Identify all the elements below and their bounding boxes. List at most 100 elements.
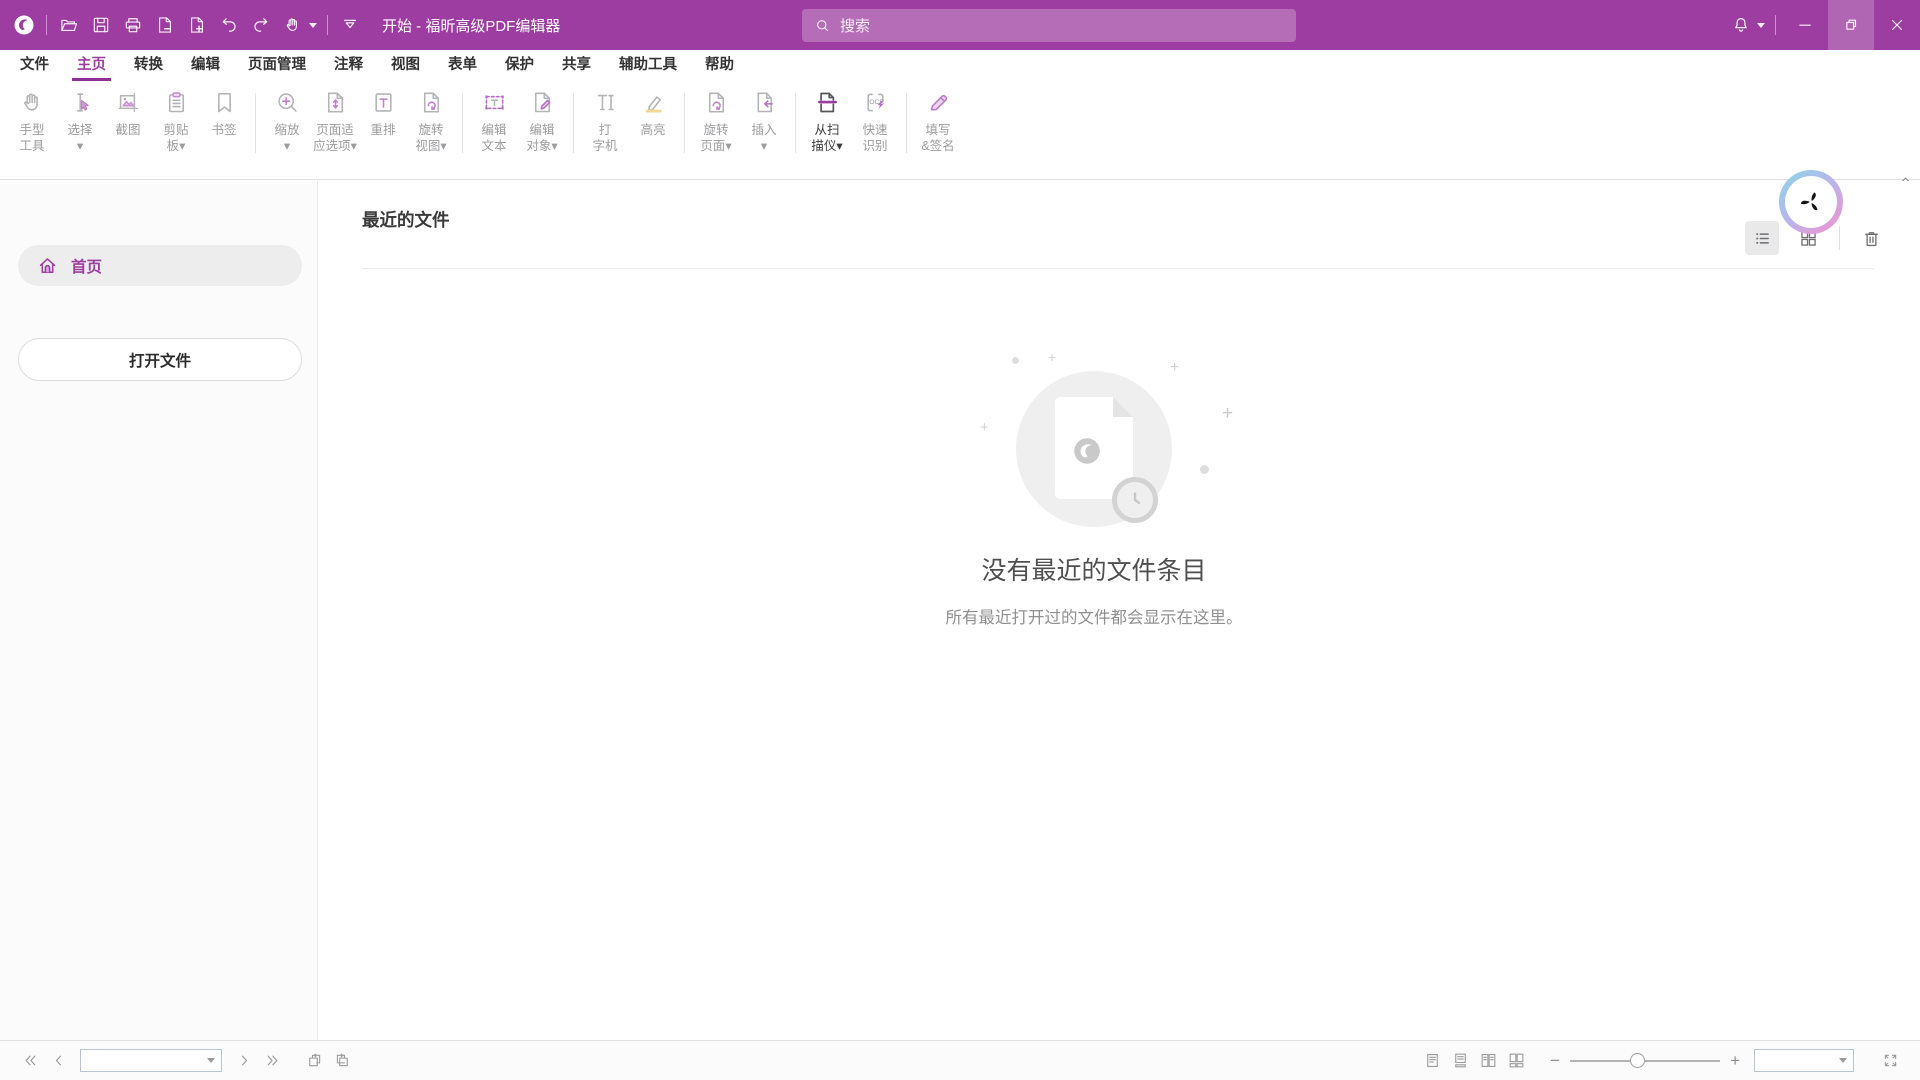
- prev-view-button[interactable]: [300, 1047, 328, 1075]
- toolbar-button-ocr[interactable]: 快速识别: [853, 81, 897, 154]
- tab-注释[interactable]: 注释: [320, 50, 377, 81]
- toolbar-button-snapshot[interactable]: 截图: [106, 81, 150, 138]
- toolbar-button-insert-page[interactable]: 插入▾: [742, 81, 786, 154]
- ai-assistant-inner: [1785, 176, 1837, 228]
- fullscreen-icon: [1881, 1051, 1900, 1070]
- toolbar-button-edit-object[interactable]: 编辑对象▾: [520, 81, 564, 154]
- toolbar-button-select[interactable]: 选择▾: [58, 81, 102, 154]
- empty-state-illustration: + + + +: [784, 351, 1404, 551]
- tab-帮助[interactable]: 帮助: [691, 50, 748, 81]
- undo-button[interactable]: [213, 7, 245, 43]
- layout-facing-button[interactable]: [1474, 1047, 1502, 1075]
- toolbar-button-label: 剪贴板▾: [163, 122, 188, 154]
- toolbar-button-clipboard[interactable]: 剪贴板▾: [154, 81, 198, 154]
- toolbar-button-fit-page[interactable]: 页面适应选项▾: [313, 81, 357, 154]
- last-page-button[interactable]: [258, 1047, 286, 1075]
- prev-page-icon: [49, 1051, 68, 1070]
- toolbar-button-label: 编辑文本: [481, 122, 506, 154]
- ai-assistant-button[interactable]: [1779, 170, 1843, 234]
- tab-页面管理[interactable]: 页面管理: [234, 50, 320, 81]
- toolbar-button-reflow[interactable]: 重排: [361, 81, 405, 138]
- edit-text-icon: [481, 89, 508, 116]
- search-input[interactable]: 搜索: [802, 9, 1296, 42]
- tab-保护[interactable]: 保护: [491, 50, 548, 81]
- sidebar-item-home[interactable]: 首页: [18, 245, 302, 286]
- zoom-out-minus[interactable]: −: [1550, 1052, 1560, 1069]
- toolbar-button-zoom[interactable]: 缩放▾: [265, 81, 309, 154]
- dropdown-caret-icon[interactable]: [207, 1058, 215, 1063]
- save-icon: [91, 15, 111, 35]
- ribbon-mode-button[interactable]: [334, 7, 366, 43]
- open-file-button[interactable]: 打开文件: [18, 338, 302, 381]
- toolbar-button-highlight[interactable]: 高亮: [631, 81, 675, 138]
- ocr-icon: [862, 89, 889, 116]
- delete-page-icon: [155, 15, 175, 35]
- toolbar-button-label: 旋转视图▾: [415, 122, 446, 154]
- dropdown-caret-icon[interactable]: [1839, 1058, 1847, 1063]
- empty-state-title: 没有最近的文件条目: [784, 551, 1404, 587]
- tab-共享[interactable]: 共享: [548, 50, 605, 81]
- next-page-button[interactable]: [230, 1047, 258, 1075]
- next-page-icon: [235, 1051, 254, 1070]
- dropdown-caret-icon[interactable]: [309, 23, 317, 28]
- tab-转换[interactable]: 转换: [120, 50, 177, 81]
- tab-表单[interactable]: 表单: [434, 50, 491, 81]
- list-view-icon: [1752, 228, 1773, 249]
- sparkle-dot: [1012, 357, 1019, 364]
- list-view-button[interactable]: [1745, 221, 1779, 255]
- toolbar-button-edit-text[interactable]: 编辑文本: [472, 81, 516, 154]
- zoom-slider[interactable]: [1570, 1047, 1720, 1075]
- delete-page-button[interactable]: [149, 7, 181, 43]
- page-number-input[interactable]: [80, 1049, 222, 1072]
- next-view-button[interactable]: [328, 1047, 356, 1075]
- tab-编辑[interactable]: 编辑: [177, 50, 234, 81]
- print-button[interactable]: [117, 7, 149, 43]
- toolbar-button-fill-sign[interactable]: 填写&签名: [916, 81, 960, 154]
- add-page-icon: [187, 15, 207, 35]
- zoom-in-plus[interactable]: +: [1730, 1052, 1740, 1069]
- restore-button[interactable]: [1828, 0, 1874, 50]
- toolbar-button-label: 快速识别: [862, 122, 887, 154]
- save-button[interactable]: [85, 7, 117, 43]
- hand-mode-button[interactable]: [277, 7, 309, 43]
- dropdown-caret-icon[interactable]: [1757, 23, 1765, 28]
- toolbar-button-bookmark[interactable]: 书签: [202, 81, 246, 138]
- toolbar-button-label: 旋转页面▾: [700, 122, 731, 154]
- insert-page-icon: [751, 89, 778, 116]
- toolbar-button-rotate-view[interactable]: 旋转视图▾: [409, 81, 453, 154]
- close-x-button[interactable]: [1874, 0, 1920, 50]
- toolbar-button-typewriter[interactable]: 打字机: [583, 81, 627, 154]
- tab-文件[interactable]: 文件: [6, 50, 63, 81]
- layout-continuous-button[interactable]: [1446, 1047, 1474, 1075]
- redo-button[interactable]: [245, 7, 277, 43]
- minimize-button[interactable]: [1782, 0, 1828, 50]
- tab-主页[interactable]: 主页: [63, 50, 120, 81]
- first-page-button[interactable]: [16, 1047, 44, 1075]
- sparkle-icon: +: [1170, 359, 1179, 377]
- highlight-icon: [640, 89, 667, 116]
- foxit-watermark-icon: [1069, 433, 1105, 469]
- fullscreen-button[interactable]: [1876, 1047, 1904, 1075]
- notification-bell-button[interactable]: [1725, 7, 1757, 43]
- tab-视图[interactable]: 视图: [377, 50, 434, 81]
- toolbar-button-rotate-page[interactable]: 旋转页面▾: [694, 81, 738, 154]
- clock-badge-icon: [1112, 477, 1158, 523]
- scanner-icon: [814, 89, 841, 116]
- open-folder-button[interactable]: [53, 7, 85, 43]
- toolbar-button-scanner[interactable]: 从扫描仪▾: [805, 81, 849, 154]
- tab-辅助工具[interactable]: 辅助工具: [605, 50, 691, 81]
- home-icon: [36, 254, 59, 277]
- zoom-slider-thumb[interactable]: [1630, 1053, 1645, 1068]
- toolbar-button-hand-tool[interactable]: 手型工具: [10, 81, 54, 154]
- add-page-button[interactable]: [181, 7, 213, 43]
- view-row-divider: [1839, 226, 1840, 250]
- layout-single-button[interactable]: [1418, 1047, 1446, 1075]
- page-navigation: [0, 1047, 356, 1075]
- fit-page-icon: [322, 89, 349, 116]
- fill-sign-icon: [925, 89, 952, 116]
- clear-recent-button[interactable]: [1854, 221, 1888, 255]
- layout-facing-continuous-button[interactable]: [1502, 1047, 1530, 1075]
- undo-icon: [219, 15, 239, 35]
- prev-page-button[interactable]: [44, 1047, 72, 1075]
- zoom-percent-input[interactable]: [1754, 1049, 1854, 1072]
